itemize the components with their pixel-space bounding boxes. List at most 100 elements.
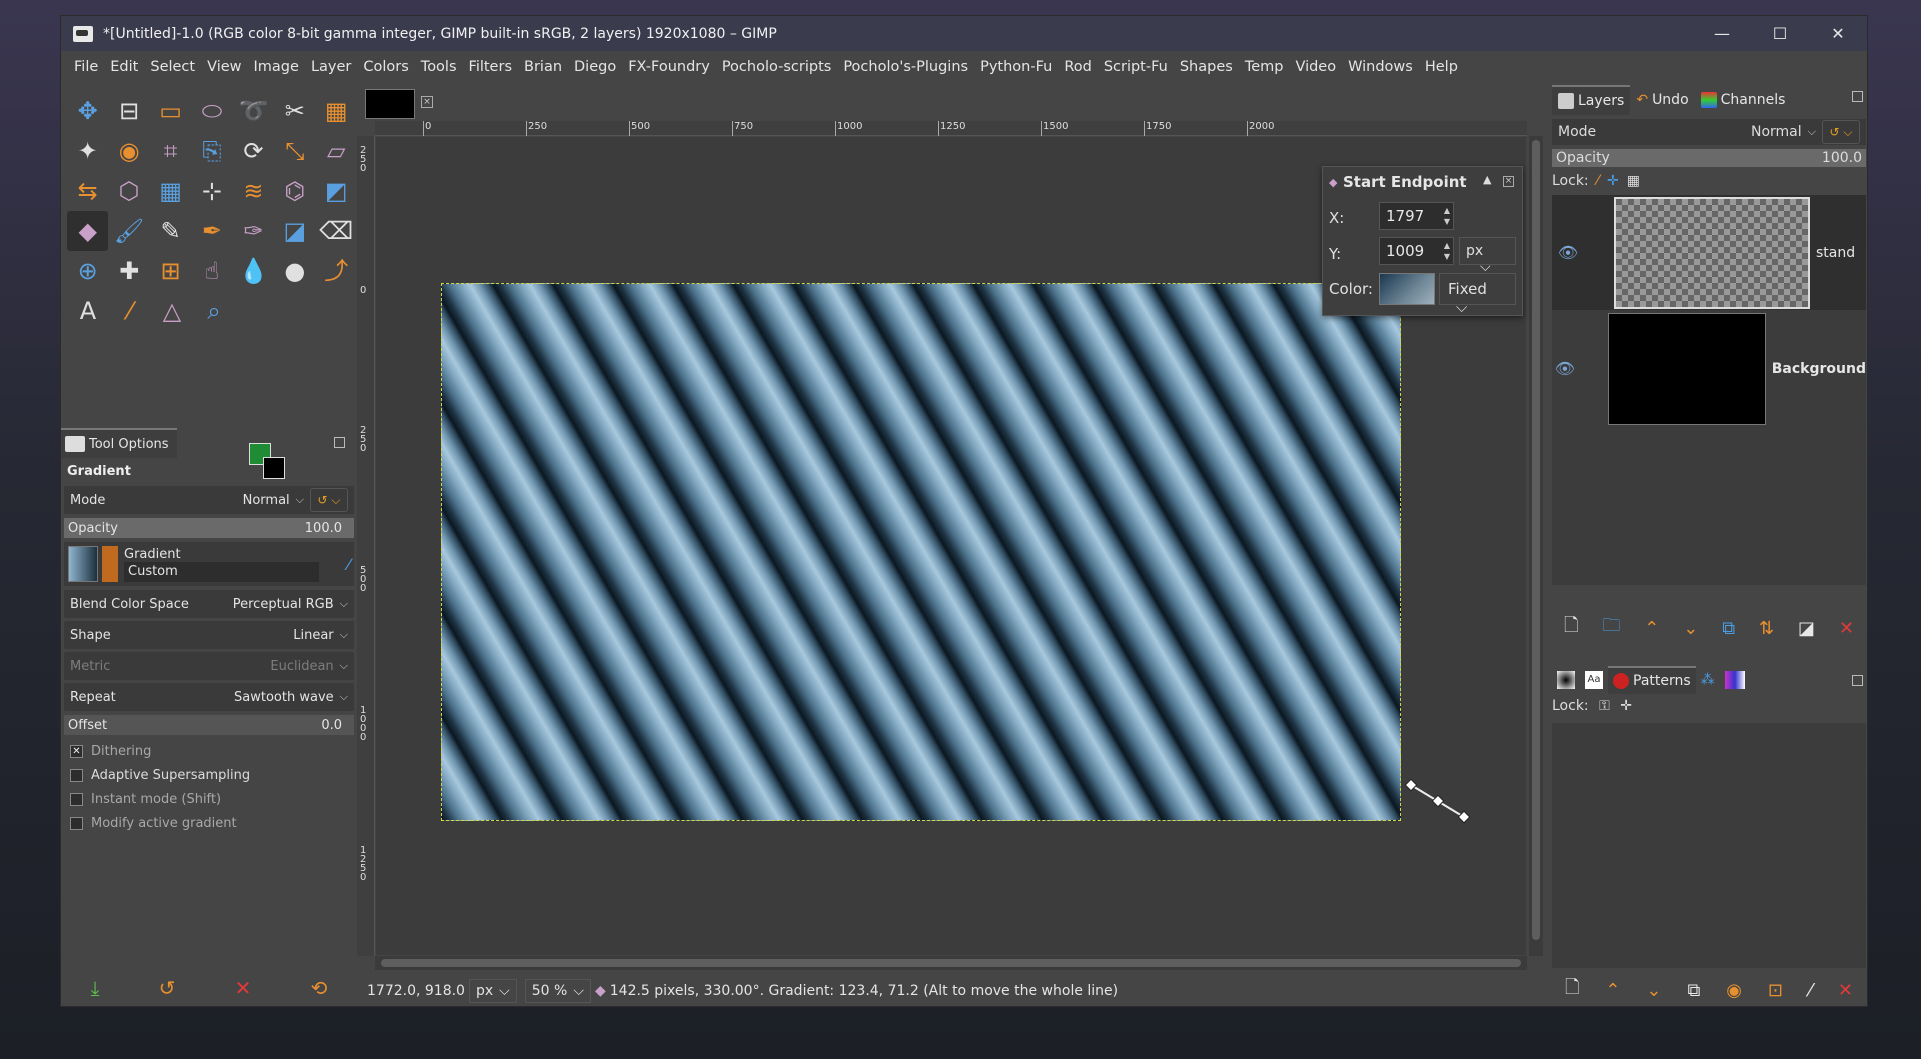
menu-windows[interactable]: Windows	[1342, 59, 1419, 75]
color-mode-select[interactable]: Fixed ⌵	[1439, 273, 1516, 316]
end-handle[interactable]	[1457, 810, 1471, 824]
modify-active-gradient-checkbox[interactable]: Modify active gradient	[64, 811, 354, 835]
unified-transform-tool[interactable]: ⎘	[191, 131, 232, 171]
paint-select-tool[interactable]: ◩	[316, 171, 357, 211]
crop-tool[interactable]: ⌗	[150, 131, 191, 171]
3d-transform-tool[interactable]: ▦	[150, 171, 191, 211]
free-select-tool[interactable]: ➰	[233, 91, 274, 131]
edit-gradient-icon[interactable]: ⁄	[347, 555, 350, 574]
scroll-thumb[interactable]	[381, 959, 1521, 967]
gradient-line[interactable]	[1404, 779, 1484, 829]
menu-view[interactable]: View	[201, 59, 247, 75]
tab-layers[interactable]: Layers	[1552, 85, 1631, 115]
mode-select[interactable]: Normal	[243, 493, 290, 508]
menu-pocholo-scripts[interactable]: Pocholo-scripts	[716, 59, 838, 75]
brush-edit-icon[interactable]: ⁄	[1809, 980, 1812, 1001]
gradient-preview-button[interactable]	[68, 546, 98, 582]
edit-icon[interactable]: ⊡	[1768, 980, 1783, 1001]
duplicate-icon[interactable]: ⧉	[1687, 980, 1700, 1001]
save-tool-preset-icon[interactable]: ⤓	[91, 976, 100, 1000]
maximize-button[interactable]: ☐	[1751, 16, 1809, 51]
layer-row[interactable]: 👁 Background	[1552, 311, 1866, 426]
dock-menu-button[interactable]	[1852, 675, 1863, 686]
minimize-button[interactable]: —	[1693, 16, 1751, 51]
eraser-tool[interactable]: ⌫	[316, 211, 357, 251]
airbrush-tool[interactable]: ✒	[191, 211, 232, 251]
handle-transform-tool[interactable]: ⊹	[191, 171, 232, 211]
move-tool[interactable]: ✥	[67, 91, 108, 131]
raise-layer-icon[interactable]: ⌃	[1644, 618, 1659, 639]
paintbrush-tool[interactable]: 🖌	[108, 211, 149, 251]
spinner-icon[interactable]: ▲ ▼	[1444, 240, 1450, 262]
align-tool[interactable]: ⊟	[108, 91, 149, 131]
raise-icon[interactable]: ⌃	[1605, 980, 1620, 1001]
rect-select-tool[interactable]: ▭	[150, 91, 191, 131]
menu-script-fu[interactable]: Script-Fu	[1098, 59, 1174, 75]
tab-dynamics[interactable]: ⁂	[1696, 666, 1720, 694]
gradient-tool[interactable]: ◆	[67, 211, 109, 251]
new-layer-group-icon[interactable]: 🗀	[1602, 613, 1620, 643]
new-layer-icon[interactable]: 🗋	[1564, 613, 1578, 643]
lock-position-icon[interactable]: ✛	[1620, 698, 1632, 714]
delete-icon[interactable]: ✕	[1838, 980, 1853, 1001]
image-canvas[interactable]	[441, 283, 1401, 821]
flip-tool[interactable]: ⇆	[67, 171, 108, 211]
close-tab-icon[interactable]: ×	[421, 96, 433, 108]
visibility-eye-icon[interactable]: 👁	[1552, 359, 1578, 378]
instant-mode-checkbox[interactable]: Instant mode (Shift)	[64, 787, 354, 811]
scroll-thumb[interactable]	[1532, 140, 1540, 940]
duplicate-layer-icon[interactable]: ⧉	[1722, 618, 1735, 639]
offset-slider[interactable]: Offset 0.0	[64, 715, 354, 735]
metric-select[interactable]: Euclidean	[270, 659, 333, 674]
menu-tools[interactable]: Tools	[415, 59, 463, 75]
layer-row[interactable]: 👁 stand	[1552, 195, 1866, 310]
tab-palettes[interactable]	[1720, 666, 1750, 694]
tab-undo[interactable]: ↶ Undo	[1630, 85, 1694, 115]
menu-image[interactable]: Image	[248, 59, 305, 75]
layer-opacity-slider[interactable]: Opacity 100.0	[1552, 149, 1866, 167]
y-input[interactable]: 1009 ▲ ▼	[1379, 237, 1454, 265]
rotate-tool[interactable]: ⟳	[233, 131, 274, 171]
delete-layer-icon[interactable]: ✕	[1839, 618, 1854, 639]
mypaint-tool[interactable]: ◪	[274, 211, 315, 251]
tab-brushes[interactable]	[1552, 666, 1580, 694]
tab-tool-options[interactable]: Tool Options	[61, 428, 177, 458]
menu-colors[interactable]: Colors	[357, 59, 414, 75]
lock-pixels-icon[interactable]: ⁄	[1597, 173, 1599, 189]
menu-layer[interactable]: Layer	[305, 59, 357, 75]
adaptive-supersampling-checkbox[interactable]: Adaptive Supersampling	[64, 763, 354, 787]
paths-tool[interactable]: ⤴	[316, 251, 357, 291]
fuzzy-select-tool[interactable]: ✦	[67, 131, 108, 171]
warp-tool[interactable]: ≋	[233, 171, 274, 211]
menu-edit[interactable]: Edit	[104, 59, 144, 75]
menu-python-fu[interactable]: Python-Fu	[974, 59, 1058, 75]
reverse-gradient-button[interactable]	[102, 546, 118, 582]
ink-tool[interactable]: ✑	[233, 211, 274, 251]
opacity-slider[interactable]: Opacity 100.0	[64, 518, 354, 538]
color-picker-tool[interactable]: ⁄	[109, 291, 151, 331]
close-button[interactable]: ✕	[1809, 16, 1867, 51]
zoom-select[interactable]: 50 % ⌵	[524, 979, 591, 1003]
layer-mode-select[interactable]: Normal	[1751, 124, 1802, 140]
anchor-icon[interactable]: ◉	[1726, 980, 1742, 1001]
menu-brian[interactable]: Brian	[518, 59, 568, 75]
lock-position-icon[interactable]: ✛	[1607, 173, 1619, 189]
unit-select[interactable]: px ⌵	[1459, 237, 1516, 275]
menu-shapes[interactable]: Shapes	[1174, 59, 1239, 75]
cage-tool[interactable]: ⌬	[274, 171, 315, 211]
new-item-icon[interactable]: 🗋	[1565, 975, 1579, 1005]
menu-diego[interactable]: Diego	[568, 59, 622, 75]
shape-select[interactable]: Linear	[293, 628, 333, 643]
clone-tool[interactable]: ⊕	[67, 251, 108, 291]
foreground-select-tool[interactable]: ▦	[316, 91, 357, 131]
delete-tool-preset-icon[interactable]: ✕	[235, 976, 252, 1000]
restore-tool-preset-icon[interactable]: ↺	[159, 976, 176, 1000]
dock-menu-button[interactable]	[1852, 91, 1863, 102]
tab-patterns[interactable]: Patterns	[1608, 666, 1696, 694]
tab-fonts[interactable]: Aa	[1580, 666, 1608, 694]
menu-file[interactable]: File	[68, 59, 104, 75]
dodge-burn-tool[interactable]: ●	[274, 251, 315, 291]
image-tab-thumbnail[interactable]	[365, 89, 415, 119]
menu-filters[interactable]: Filters	[463, 59, 518, 75]
mode-reset-button[interactable]: ↺ ⌵	[310, 488, 348, 512]
